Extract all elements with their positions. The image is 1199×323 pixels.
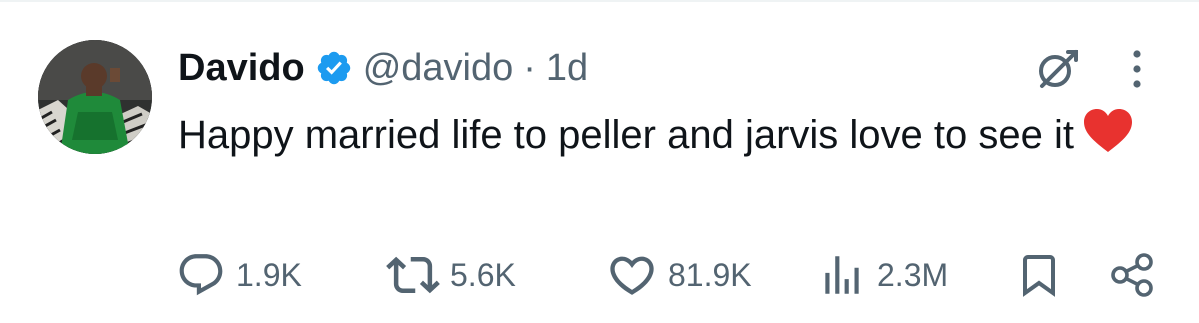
timestamp[interactable]: 1d — [546, 47, 588, 90]
handle[interactable]: @davido — [363, 47, 514, 90]
retweet-count: 5.6K — [450, 256, 516, 293]
views-button[interactable]: 2.3M — [817, 240, 948, 310]
action-bar: 1.9K 5.6K 81.9K 2.3M — [0, 240, 1199, 310]
like-button[interactable]: 81.9K — [606, 240, 752, 310]
share-icon — [1111, 253, 1153, 297]
share-button[interactable] — [1108, 240, 1158, 310]
like-count: 81.9K — [668, 256, 752, 293]
tweet-header: Davido @davido · 1d — [178, 40, 588, 96]
views-icon — [825, 256, 859, 294]
grok-icon[interactable] — [1032, 44, 1082, 94]
tweet-text-body: Happy married life to peller and jarvis … — [178, 113, 1074, 157]
like-icon — [610, 256, 654, 295]
retweet-button[interactable]: 5.6K — [386, 240, 516, 310]
verified-badge-icon[interactable] — [315, 49, 353, 87]
heart-emoji-icon — [1082, 108, 1134, 154]
separator-dot: · — [523, 46, 536, 89]
views-count: 2.3M — [877, 256, 949, 293]
more-options-icon[interactable] — [1122, 46, 1152, 92]
tweet[interactable]: Davido @davido · 1d Happy married life t… — [0, 0, 1199, 323]
avatar[interactable] — [38, 40, 152, 154]
reply-icon — [179, 254, 223, 296]
bookmark-icon — [1023, 255, 1055, 297]
retweet-icon — [386, 256, 440, 294]
reply-button[interactable]: 1.9K — [176, 240, 302, 310]
reply-count: 1.9K — [236, 256, 302, 293]
bookmark-button[interactable] — [1015, 240, 1063, 310]
tweet-text: Happy married life to peller and jarvis … — [178, 104, 1168, 166]
display-name[interactable]: Davido — [178, 47, 305, 90]
